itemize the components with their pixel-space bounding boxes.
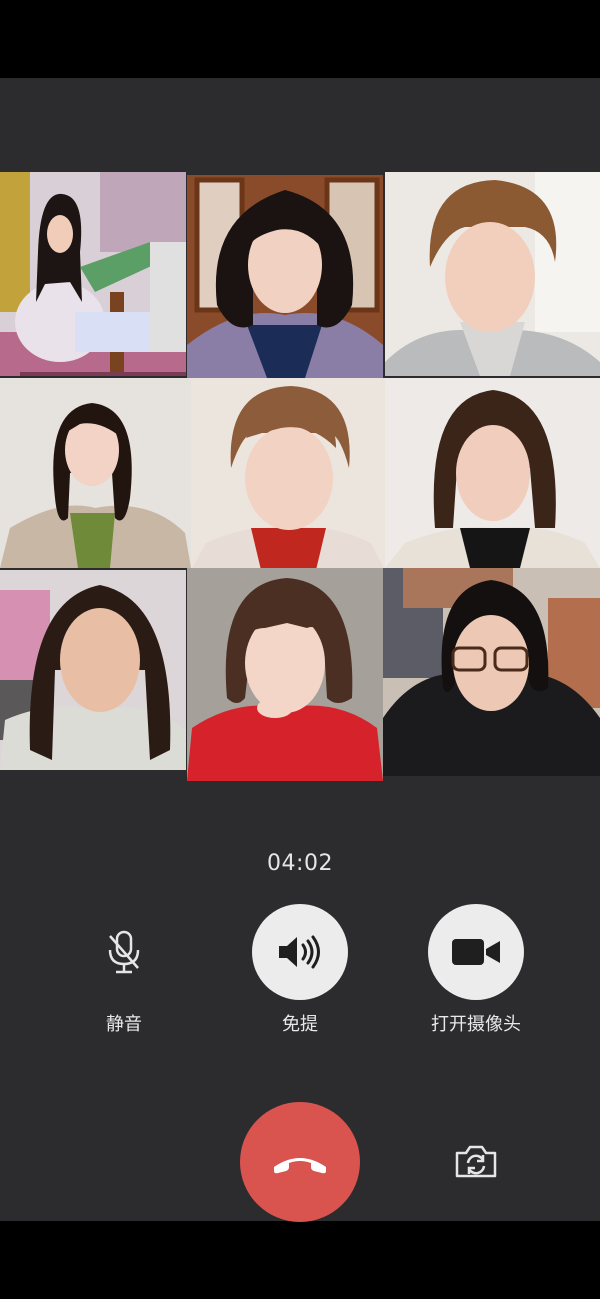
video-camera-icon: [452, 939, 500, 965]
video-tile-9[interactable]: [383, 568, 600, 776]
video-tile-8[interactable]: [187, 568, 383, 781]
video-tile-2[interactable]: [187, 175, 383, 378]
video-grid: [0, 172, 600, 781]
speaker-control[interactable]: 免提: [225, 904, 375, 1036]
hangup-button[interactable]: [240, 1102, 360, 1222]
participant-video: [0, 172, 186, 376]
participant-video: [0, 570, 186, 770]
participant-video: [383, 568, 600, 776]
speaker-button[interactable]: [252, 904, 348, 1000]
video-tile-3[interactable]: [385, 172, 600, 376]
participant-video: [191, 378, 385, 570]
phone-hangup-icon: [274, 1158, 326, 1174]
camera-label: 打开摄像头: [431, 1014, 521, 1035]
video-tile-6[interactable]: [385, 378, 600, 568]
speaker-label: 免提: [282, 1014, 318, 1035]
camera-control[interactable]: 打开摄像头: [401, 904, 551, 1036]
mute-button[interactable]: [76, 904, 172, 1000]
microphone-off-icon: [108, 930, 140, 974]
participant-video: [187, 568, 383, 781]
camera-button[interactable]: [428, 904, 524, 1000]
video-tile-7[interactable]: [0, 570, 186, 770]
call-screen: 04:02 静音 免提 打开摄像头: [0, 0, 600, 1299]
video-tile-5[interactable]: [191, 378, 385, 570]
flip-camera-button[interactable]: [453, 1141, 499, 1181]
participant-video: [187, 175, 383, 378]
mute-control[interactable]: 静音: [49, 904, 199, 1036]
mute-label: 静音: [106, 1014, 142, 1035]
participant-video: [385, 172, 600, 376]
call-panel: 04:02 静音 免提 打开摄像头: [0, 78, 600, 1222]
participant-video: [385, 378, 600, 568]
participant-video: [0, 378, 191, 568]
video-tile-1[interactable]: [0, 172, 186, 376]
call-timer: 04:02: [267, 851, 333, 876]
camera-flip-icon: [455, 1145, 497, 1178]
speaker-icon: [279, 935, 320, 969]
video-tile-4[interactable]: [0, 378, 191, 568]
